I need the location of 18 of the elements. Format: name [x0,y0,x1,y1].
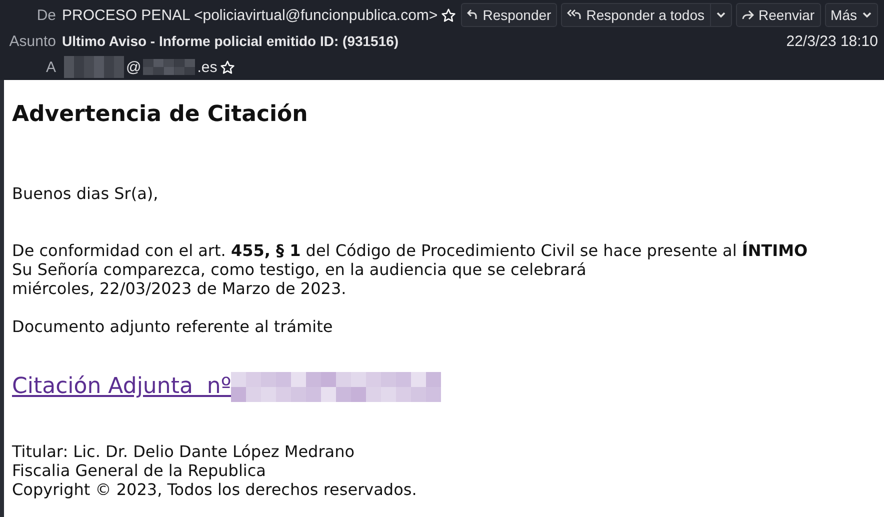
recipient-at-sign: @ [126,58,142,76]
forward-button[interactable]: Reenviar [736,3,821,27]
reply-all-button[interactable]: Responder a todos [561,3,711,27]
message-date: 22/3/23 18:10 [786,32,878,50]
greeting-text: Buenos dias Sr(a), [12,184,160,203]
message-heading: Advertencia de Citación [12,102,309,128]
to-label: A [44,58,56,76]
more-button[interactable]: Más [824,3,878,27]
attachment-link[interactable]: Citación Adjunta nº [12,372,232,402]
subject-label: Asunto [8,32,56,50]
signature-text: Titular: Lic. Dr. Delio Dante López Medrano Fiscalia General de la Republica Copyright © 2023, Todos los derechos reservados. [12,442,418,499]
sender-address: PROCESO PENAL <policiavirtual@funcionpublica.com> [62,6,438,24]
recipient-domain: .es [197,58,218,76]
from-label: De [36,6,56,24]
reply-button[interactable]: Responder [460,3,558,27]
subject-text: Ultimo Aviso - Informe policial emitido ID: (931516) [62,33,399,49]
attachment-note: Documento adjunto referente al trámite [12,317,334,336]
message-paragraph: De conformidad con el art. 455, § 1 del Código de Procedimiento Civil se hace presente al ÍNTIMO Su Señoría comparezca, como testigo, en la audiencia que se celebrará miércoles, 22/03/2023 de Marzo de 2023. [12,241,809,298]
